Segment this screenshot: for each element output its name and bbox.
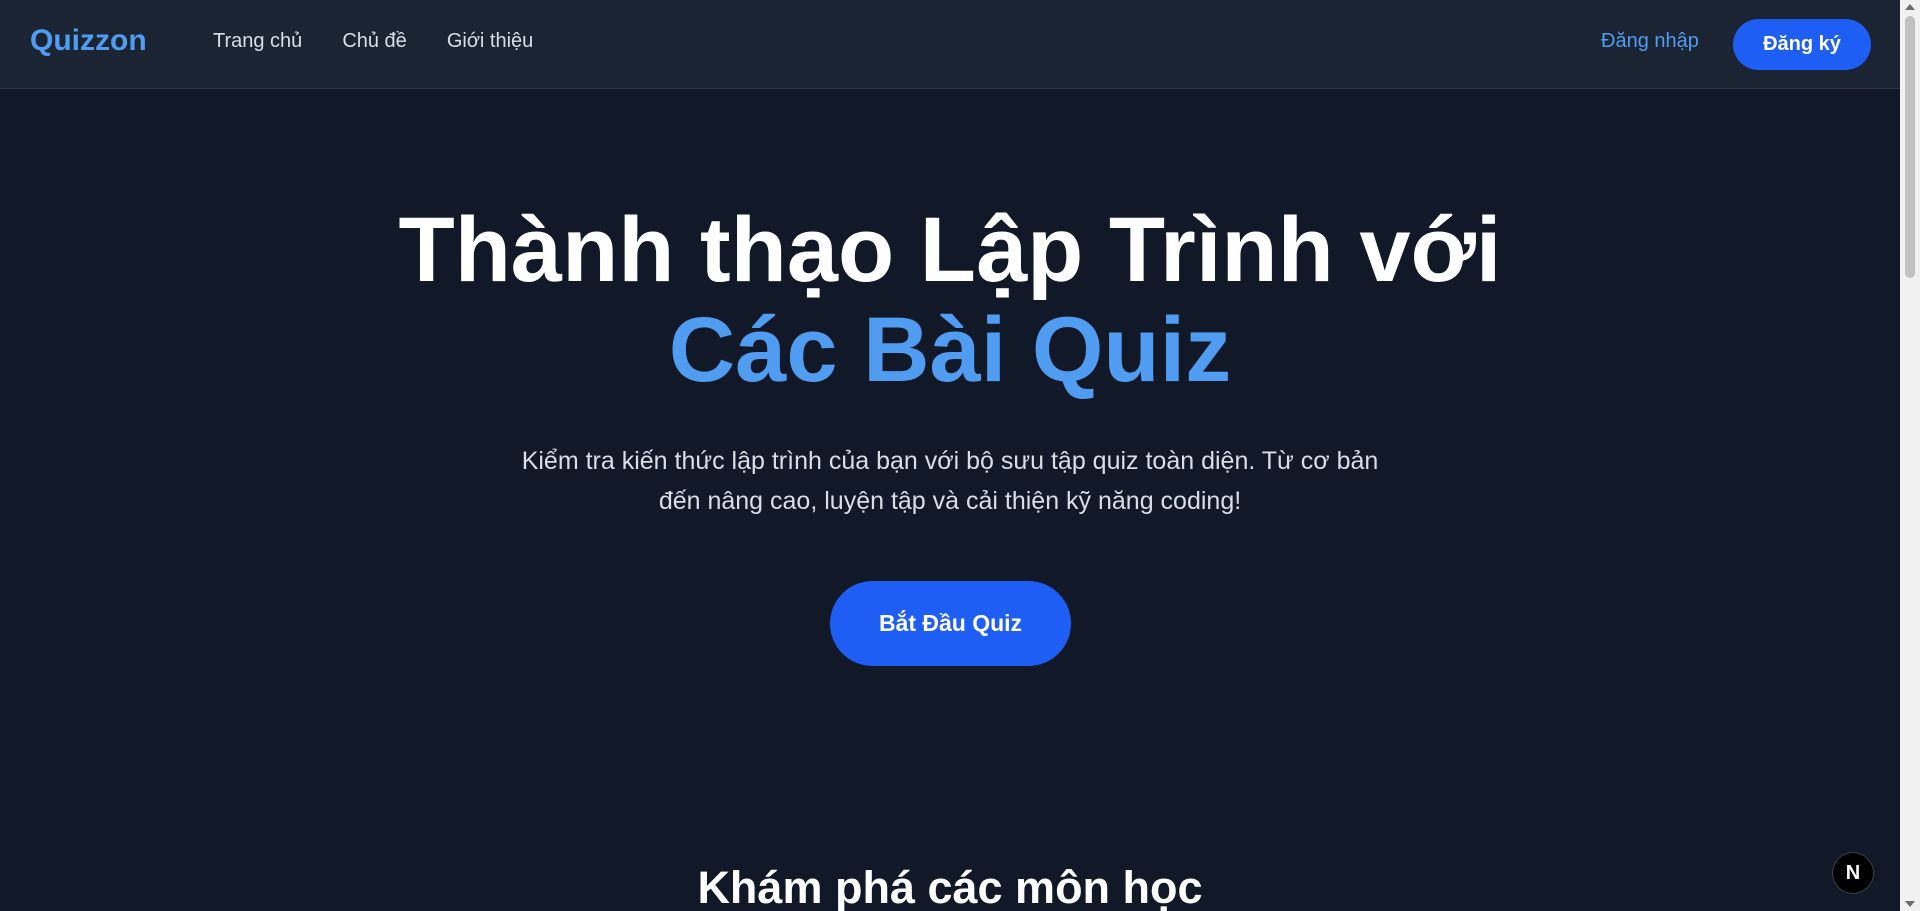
hero-title: Thành thạo Lập Trình với Các Bài Quiz (0, 200, 1900, 400)
explore-section-title: Khám phá các môn học (697, 862, 1203, 911)
nav-link-topics[interactable]: Chủ đề (342, 30, 407, 53)
hero-subtitle: Kiểm tra kiến thức lập trình của bạn với… (521, 447, 1379, 515)
logo[interactable]: Quizzon (30, 24, 147, 58)
page: Quizzon Trang chủ Chủ đề Giới thiệu Đăng… (0, 0, 1920, 911)
nav-link-about[interactable]: Giới thiệu (447, 30, 533, 53)
start-quiz-button[interactable]: Bắt Đầu Quiz (830, 581, 1071, 666)
nav-links: Trang chủ Chủ đề Giới thiệu (213, 30, 533, 53)
scrollbar-thumb[interactable] (1905, 16, 1915, 278)
navbar: Quizzon Trang chủ Chủ đề Giới thiệu Đăng… (0, 0, 1900, 89)
scrollbar[interactable] (1900, 0, 1920, 911)
nav-link-home[interactable]: Trang chủ (213, 30, 302, 53)
signup-button[interactable]: Đăng ký (1733, 19, 1871, 70)
hero-title-line1: Thành thạo Lập Trình với (398, 199, 1502, 301)
scroll-up-arrow-icon[interactable] (1905, 4, 1915, 10)
login-link[interactable]: Đăng nhập (1601, 30, 1699, 53)
hero-title-line2: Các Bài Quiz (668, 299, 1232, 401)
n-badge-icon[interactable]: N (1832, 852, 1874, 894)
scroll-down-arrow-icon[interactable] (1905, 901, 1915, 907)
